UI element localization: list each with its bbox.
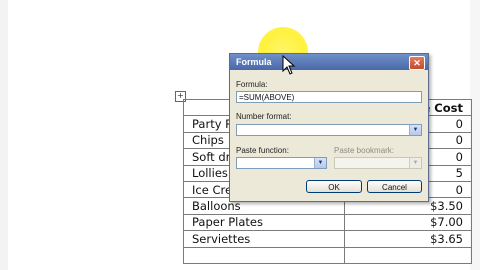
cost-cell[interactable]: $7.00 xyxy=(344,213,472,232)
chevron-down-icon[interactable]: ▼ xyxy=(409,125,421,135)
cost-cell[interactable] xyxy=(344,246,472,264)
table-row[interactable] xyxy=(183,246,472,264)
number-format-select[interactable]: ▼ xyxy=(236,124,422,136)
cancel-button[interactable]: Cancel xyxy=(367,180,422,193)
formula-label: Formula: xyxy=(236,80,268,89)
paste-function-select[interactable]: ▼ xyxy=(236,157,327,169)
table-row[interactable]: Paper Plates $7.00 xyxy=(183,213,472,232)
paste-bookmark-label: Paste bookmark: xyxy=(334,146,395,155)
paste-bookmark-select[interactable]: ▼ xyxy=(334,157,422,169)
close-icon[interactable]: ✕ xyxy=(409,56,425,70)
dialog-titlebar[interactable]: Formula ✕ xyxy=(230,54,428,70)
dialog-title: Formula xyxy=(236,57,272,67)
page-margin-left xyxy=(0,0,8,270)
chevron-down-icon[interactable]: ▼ xyxy=(409,158,421,168)
chevron-down-icon[interactable]: ▼ xyxy=(314,158,326,168)
paste-function-label: Paste function: xyxy=(236,146,289,155)
table-row[interactable]: Serviettes $3.65 xyxy=(183,230,472,248)
formula-dialog: Formula ✕ Formula: =SUM(ABOVE) Number fo… xyxy=(229,53,429,202)
mouse-pointer-icon xyxy=(282,55,296,75)
cost-cell[interactable]: $3.65 xyxy=(344,230,472,248)
item-cell[interactable]: Serviettes xyxy=(183,230,345,248)
ok-button[interactable]: OK xyxy=(306,180,362,193)
item-cell[interactable] xyxy=(183,246,345,264)
item-cell[interactable]: Paper Plates xyxy=(183,213,345,232)
number-format-label: Number format: xyxy=(236,112,292,121)
formula-input[interactable]: =SUM(ABOVE) xyxy=(236,91,422,103)
